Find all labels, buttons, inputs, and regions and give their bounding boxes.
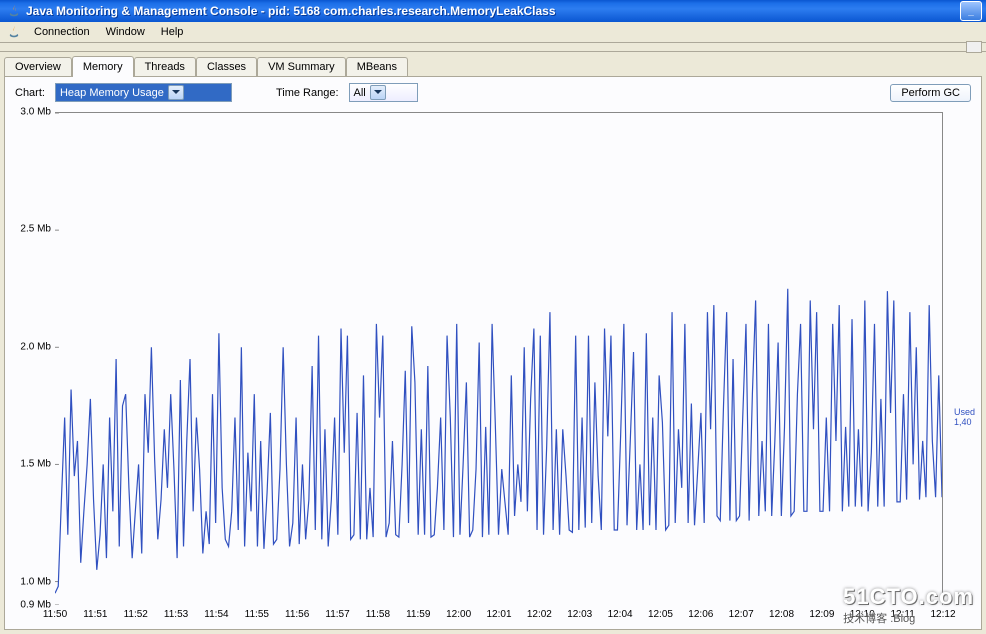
chart-area: 0.9 Mb1.0 Mb1.5 Mb2.0 Mb2.5 Mb3.0 Mb 11:… — [13, 112, 973, 623]
chart-label: Chart: — [15, 87, 45, 99]
chevron-down-icon — [168, 85, 184, 100]
x-tick: 12:00 — [446, 609, 471, 620]
tab-memory[interactable]: Memory — [72, 56, 134, 77]
chevron-down-icon — [370, 85, 386, 100]
internal-minimize-icon[interactable] — [966, 41, 982, 53]
x-tick: 12:07 — [729, 609, 754, 620]
x-tick: 12:06 — [688, 609, 713, 620]
menubar: Connection Window Help — [0, 22, 986, 43]
java-icon — [6, 3, 22, 19]
x-tick: 11:51 — [83, 609, 107, 620]
tab-mbeans[interactable]: MBeans — [346, 57, 408, 76]
chart-combo[interactable]: Heap Memory Usage — [55, 83, 232, 102]
tab-vmsummary[interactable]: VM Summary — [257, 57, 346, 76]
y-tick: 3.0 Mb — [20, 107, 51, 118]
y-tick: 2.5 Mb — [20, 224, 51, 235]
menu-help[interactable]: Help — [153, 24, 192, 40]
minimize-button[interactable]: _ — [960, 1, 982, 21]
x-axis: 11:5011:5111:5211:5311:5411:5511:5611:57… — [55, 609, 943, 623]
x-tick: 11:57 — [325, 609, 349, 620]
window-title: Java Monitoring & Management Console - p… — [26, 4, 556, 18]
tab-threads[interactable]: Threads — [134, 57, 196, 76]
time-range-label: Time Range: — [276, 87, 339, 99]
x-tick: 11:59 — [406, 609, 430, 620]
x-tick: 12:03 — [567, 609, 592, 620]
menu-connection[interactable]: Connection — [26, 24, 98, 40]
watermark-main: 51CTO.com — [843, 584, 974, 610]
x-tick: 11:56 — [285, 609, 309, 620]
x-tick: 11:53 — [164, 609, 188, 620]
x-tick: 12:05 — [648, 609, 673, 620]
time-range-combo[interactable]: All — [349, 83, 418, 102]
x-tick: 11:52 — [124, 609, 148, 620]
time-range-value: All — [354, 87, 366, 99]
tab-classes[interactable]: Classes — [196, 57, 257, 76]
toolbar-strip — [0, 43, 986, 52]
y-tick: 1.5 Mb — [20, 459, 51, 470]
x-tick: 12:08 — [769, 609, 794, 620]
watermark: 51CTO.com 技术博客 .Blog — [837, 582, 980, 628]
x-tick: 12:02 — [527, 609, 552, 620]
y-tick: 2.0 Mb — [20, 341, 51, 352]
series-label: Used 1,40 — [954, 408, 975, 427]
java-icon — [6, 24, 22, 40]
titlebar[interactable]: Java Monitoring & Management Console - p… — [0, 0, 986, 22]
x-tick: 11:50 — [43, 609, 67, 620]
menu-window[interactable]: Window — [98, 24, 153, 40]
x-tick: 11:58 — [366, 609, 390, 620]
chart-combo-value: Heap Memory Usage — [60, 87, 164, 99]
y-axis: 0.9 Mb1.0 Mb1.5 Mb2.0 Mb2.5 Mb3.0 Mb — [13, 112, 55, 605]
watermark-sub: 技术博客 .Blog — [843, 610, 974, 626]
perform-gc-button[interactable]: Perform GC — [890, 84, 971, 102]
x-tick: 12:09 — [809, 609, 834, 620]
series-value: 1,40 — [954, 418, 975, 427]
y-tick: 1.0 Mb — [20, 576, 51, 587]
x-tick: 11:54 — [204, 609, 228, 620]
x-tick: 12:04 — [608, 609, 633, 620]
app-window: Java Monitoring & Management Console - p… — [0, 0, 986, 634]
memory-usage-line — [55, 289, 942, 594]
x-tick: 11:55 — [245, 609, 269, 620]
chart-controls: Chart: Heap Memory Usage Time Range: All… — [5, 77, 981, 108]
x-tick: 12:01 — [486, 609, 511, 620]
tab-overview[interactable]: Overview — [4, 57, 72, 76]
memory-panel: Chart: Heap Memory Usage Time Range: All… — [4, 76, 982, 630]
plot-area — [55, 112, 943, 605]
tab-bar: Overview Memory Threads Classes VM Summa… — [0, 52, 986, 76]
